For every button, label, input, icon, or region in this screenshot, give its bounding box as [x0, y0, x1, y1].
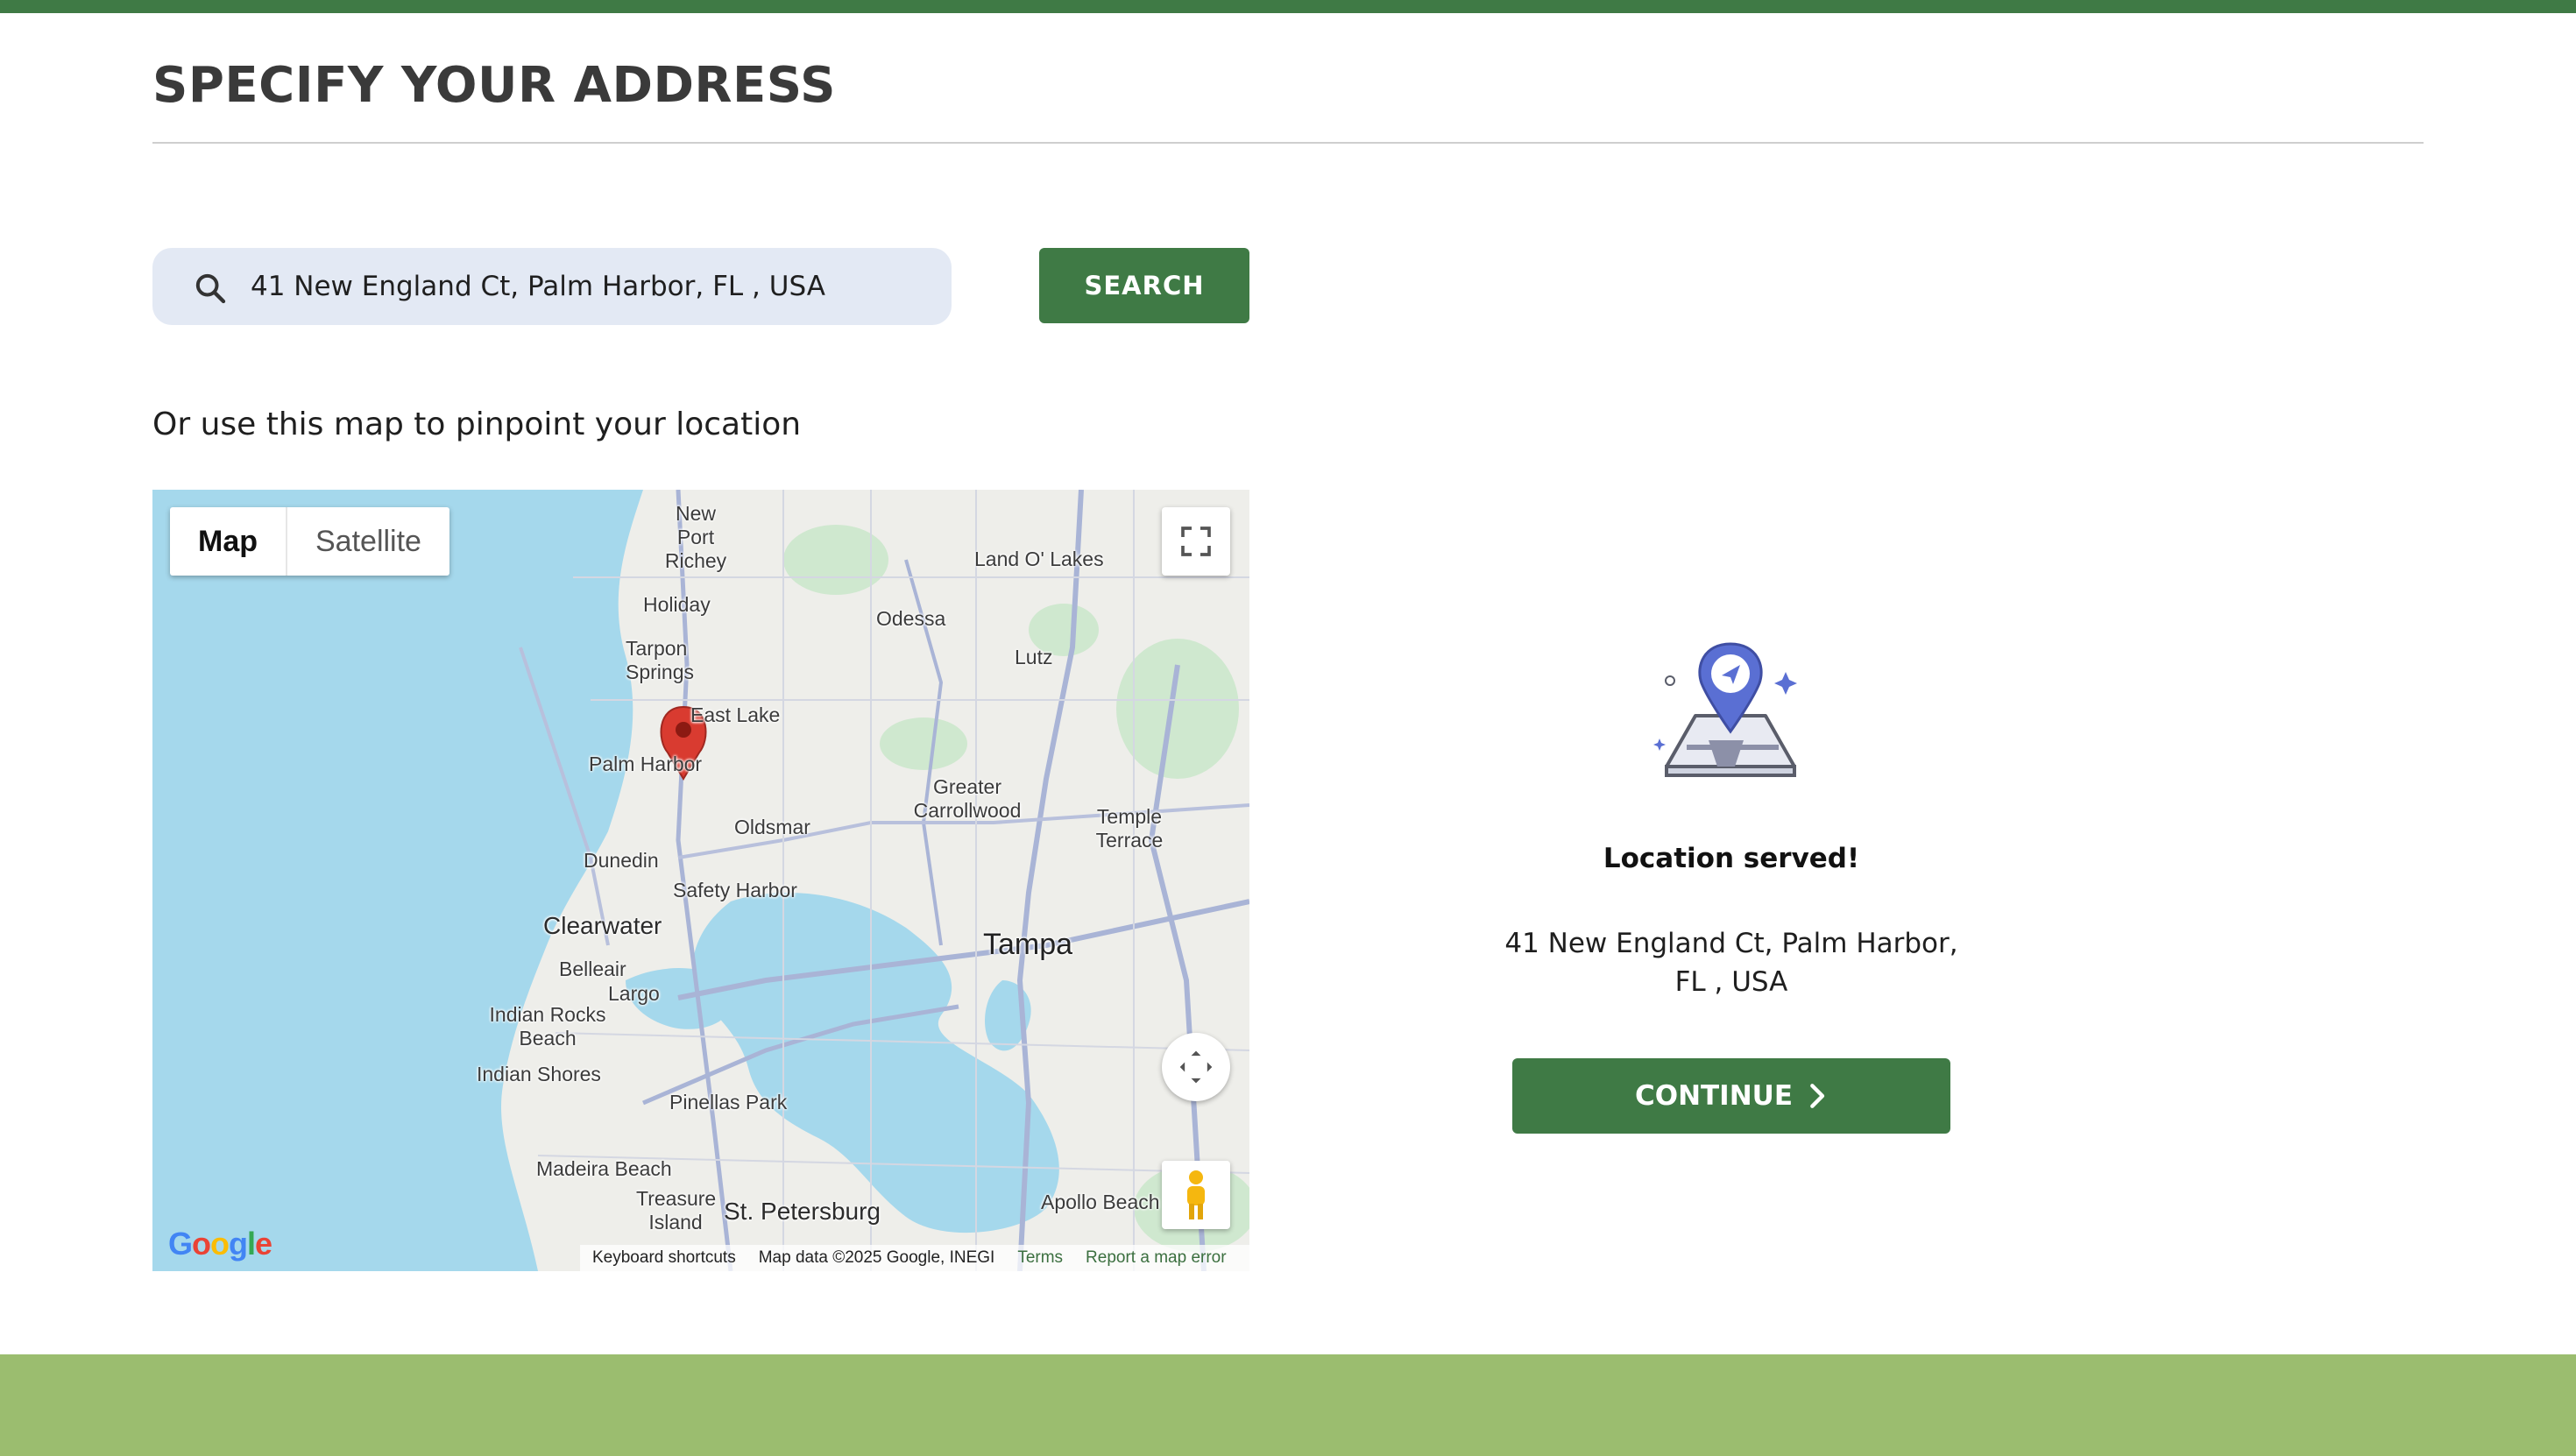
- served-address-text: 41 New England Ct, Palm Harbor, FL , USA: [1504, 928, 1958, 998]
- map-label-palm-harbor: Palm Harbor: [589, 753, 703, 775]
- map-label-dunedin: Dunedin: [584, 849, 659, 872]
- location-served-title: Location served!: [1603, 843, 1860, 874]
- map-label-safety-harbor: Safety Harbor: [673, 879, 797, 901]
- map-label-oldsmar: Oldsmar: [734, 816, 810, 838]
- footer-bar: [0, 1354, 2576, 1456]
- terms-link[interactable]: Terms: [1017, 1248, 1063, 1268]
- map-label-largo: Largo: [608, 982, 660, 1005]
- page-title: SPECIFY YOUR ADDRESS: [152, 57, 836, 114]
- keyboard-shortcuts-link[interactable]: Keyboard shortcuts: [592, 1248, 736, 1268]
- map-label-tarpon-springs: Tarpon Springs: [626, 637, 694, 683]
- map-label-land-o-lakes: Land O' Lakes: [974, 548, 1104, 570]
- map-label-st-petersburg: St. Petersburg: [724, 1198, 881, 1225]
- map-type-toggle: Map Satellite: [170, 507, 449, 576]
- map-label-holiday: Holiday: [643, 593, 711, 616]
- map-label-odessa: Odessa: [876, 607, 946, 630]
- map-label-belleair: Belleair: [559, 958, 626, 980]
- fullscreen-icon: [1181, 527, 1211, 556]
- search-icon: [195, 273, 226, 304]
- location-map[interactable]: Map Satellite New Port Richey Land O' La…: [152, 490, 1249, 1271]
- continue-button[interactable]: CONTINUE: [1512, 1058, 1950, 1134]
- map-label-pinellas-park: Pinellas Park: [669, 1091, 788, 1113]
- report-map-error-link[interactable]: Report a map error: [1086, 1248, 1227, 1268]
- map-label-temple-terrace: Temple Terrace: [1095, 805, 1164, 852]
- address-search-input[interactable]: [251, 248, 934, 325]
- google-logo: Google: [168, 1226, 272, 1262]
- street-view-pegman-button[interactable]: [1162, 1161, 1230, 1229]
- chevron-right-icon: [1810, 1084, 1825, 1108]
- fullscreen-button[interactable]: [1162, 507, 1230, 576]
- continue-label: CONTINUE: [1634, 1080, 1794, 1112]
- map-label-indian-rocks-beach: Indian Rocks Beach: [489, 1003, 606, 1050]
- map-label-greater-carrollwood: Greater Carrollwood: [913, 775, 1022, 822]
- camera-move-icon: [1179, 1050, 1213, 1084]
- map-data-credit: Map data ©2025 Google, INEGI: [758, 1248, 995, 1267]
- map-label-new-port-richey: New Port Richey: [664, 502, 727, 572]
- title-divider: [152, 142, 2424, 144]
- map-hint-text: Or use this map to pinpoint your locatio…: [152, 406, 802, 442]
- top-accent-bar: [0, 0, 2576, 13]
- map-label-madeira-beach: Madeira Beach: [536, 1157, 672, 1180]
- map-attribution-bar: Keyboard shortcuts Map data ©2025 Google…: [580, 1245, 1249, 1271]
- map-label-indian-shores: Indian Shores: [477, 1063, 601, 1085]
- map-label-tampa: Tampa: [983, 928, 1073, 961]
- map-label-treasure-island: Treasure Island: [636, 1187, 717, 1233]
- map-label-east-lake: East Lake: [690, 703, 781, 726]
- location-map-pin-illustration: [1653, 642, 1797, 777]
- map-label-lutz: Lutz: [1015, 646, 1053, 668]
- pegman-icon: [1187, 1170, 1205, 1219]
- map-label-clearwater: Clearwater: [543, 912, 662, 939]
- camera-control-button[interactable]: [1162, 1033, 1230, 1101]
- map-label-apollo-beach: Apollo Beach: [1041, 1191, 1160, 1213]
- search-box[interactable]: [152, 248, 952, 325]
- search-button[interactable]: SEARCH: [1039, 248, 1249, 323]
- map-type-satellite-button[interactable]: Satellite: [287, 507, 449, 576]
- map-type-map-button[interactable]: Map: [170, 507, 287, 576]
